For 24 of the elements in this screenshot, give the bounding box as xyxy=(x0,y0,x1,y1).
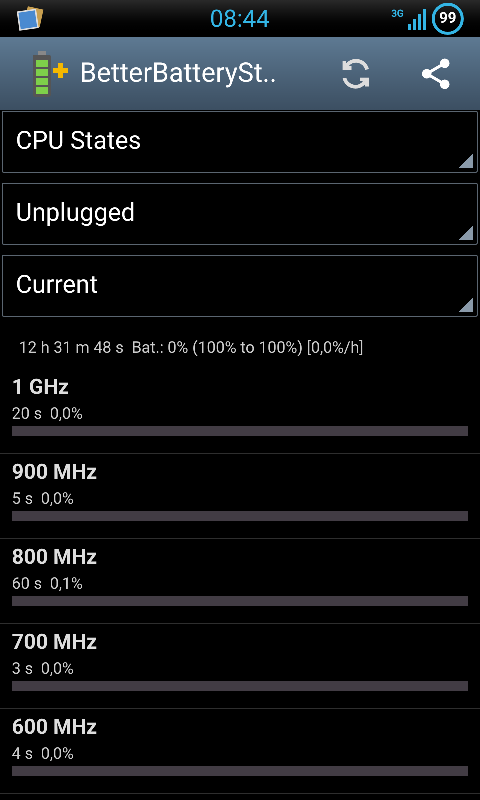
time-percent: 60 s 0,1% xyxy=(12,574,84,594)
corner-triangle-icon xyxy=(459,226,473,240)
time-percent: 3 s 0,0% xyxy=(12,659,76,679)
battery-indicator: 99 xyxy=(432,2,464,34)
time-percent: 20 s 0,0% xyxy=(12,404,84,424)
corner-triangle-icon xyxy=(459,154,473,168)
dropdown[interactable]: Current xyxy=(2,255,478,317)
photos-icon xyxy=(16,6,46,32)
time-percent: 4 s 0,0% xyxy=(12,744,76,764)
frequency-label: 700 MHz xyxy=(12,630,98,657)
corner-triangle-icon xyxy=(459,298,473,312)
signal-icon xyxy=(408,8,428,30)
frequency-label: 800 MHz xyxy=(12,545,98,572)
clock: 08:44 xyxy=(210,4,270,34)
summary-text: 12 h 31 m 48 s Bat.: 0% (100% to 100%) [0,0%/h] xyxy=(19,337,365,359)
dropdown[interactable]: Unplugged xyxy=(2,183,478,245)
time-percent: 5 s 0,0% xyxy=(12,489,76,509)
frequency-label: 600 MHz xyxy=(12,715,98,742)
frequency-label: 1 GHz xyxy=(12,375,70,402)
dropdown[interactable]: CPU States xyxy=(2,111,478,173)
battery-plus-icon xyxy=(32,50,68,96)
frequency-label: 900 MHz xyxy=(12,460,98,487)
app-title: BetterBatterySt.. xyxy=(80,56,278,92)
network-type: 3G xyxy=(391,8,404,22)
